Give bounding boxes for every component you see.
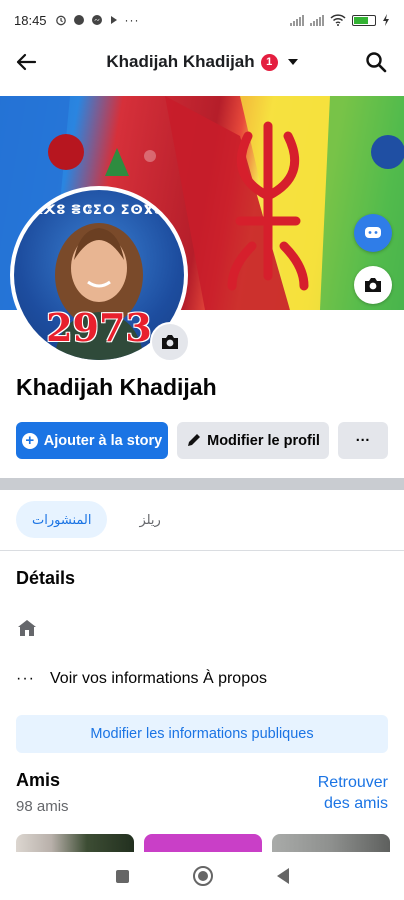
system-nav-bar [0,852,404,900]
home-icon [18,620,36,636]
profile-actions: + Ajouter à la story Modifier le profil … [16,422,388,459]
edit-cover-button[interactable] [354,266,392,304]
friends-count: 98 amis [16,798,69,815]
about-info-label: Voir vos informations À propos [50,670,267,687]
add-to-story-button[interactable]: + Ajouter à la story [16,422,168,459]
chevron-down-icon[interactable] [287,59,298,65]
charging-icon [383,14,389,26]
messenger-bot-button[interactable] [354,214,392,252]
alarm-icon [55,15,66,26]
status-time: 18:45 [14,12,47,28]
status-icons: ··· [55,13,140,27]
status-right [290,14,390,26]
profile-name: Khadijah Khadijah [16,374,217,400]
edit-profile-button[interactable]: Modifier le profil [177,422,329,459]
signal-icon-1 [290,14,304,26]
friends-title: Amis [16,770,61,790]
battery-icon [352,14,376,26]
search-icon [366,52,387,73]
find-friends-link[interactable]: Retrouver des amis [298,772,388,814]
edit-avatar-button[interactable] [150,322,190,362]
section-divider [0,478,404,490]
tab-posts[interactable]: المنشورات [16,501,108,538]
profile-header: Khadijah Khadijah 1 [0,40,404,84]
more-options-button[interactable]: ··· [338,422,388,459]
chat-bot-icon [365,227,381,238]
header-center: Khadijah Khadijah 1 [0,40,404,84]
notification-badge: 1 [260,53,278,71]
details-title: Détails [16,568,76,588]
tabs-divider [0,550,404,551]
play-icon [110,16,117,24]
camera-icon [365,278,381,292]
back-button[interactable] [12,48,40,76]
status-bar: 18:45 ··· [0,0,404,40]
home-row [16,618,38,643]
arrow-left-icon [16,53,37,71]
home-button[interactable] [192,866,213,886]
camera-icon [162,335,178,349]
tab-reels[interactable]: ريلز [123,501,176,538]
header-title[interactable]: Khadijah Khadijah [106,52,254,72]
edit-profile-label: Modifier le profil [207,432,320,449]
pencil-icon [188,434,201,446]
add-to-story-label: Ajouter à la story [43,432,163,449]
app-icon [73,15,84,25]
signal-icon-2 [310,14,324,26]
profile-tabs: المنشورات ريلز [16,501,177,538]
dots-icon: ··· [16,670,35,687]
system-back-button[interactable] [276,868,289,884]
edit-public-info-button[interactable]: Modifier les informations publiques [16,715,388,753]
messenger-icon [91,15,102,25]
recent-apps-button[interactable] [115,869,129,883]
about-info-link[interactable]: ··· Voir vos informations À propos [16,670,267,688]
plus-circle-icon: + [21,432,38,449]
wifi-icon [330,14,346,26]
search-button[interactable] [362,48,390,76]
more-options-label: ··· [355,432,371,449]
more-notifications-icon: ··· [124,13,140,27]
